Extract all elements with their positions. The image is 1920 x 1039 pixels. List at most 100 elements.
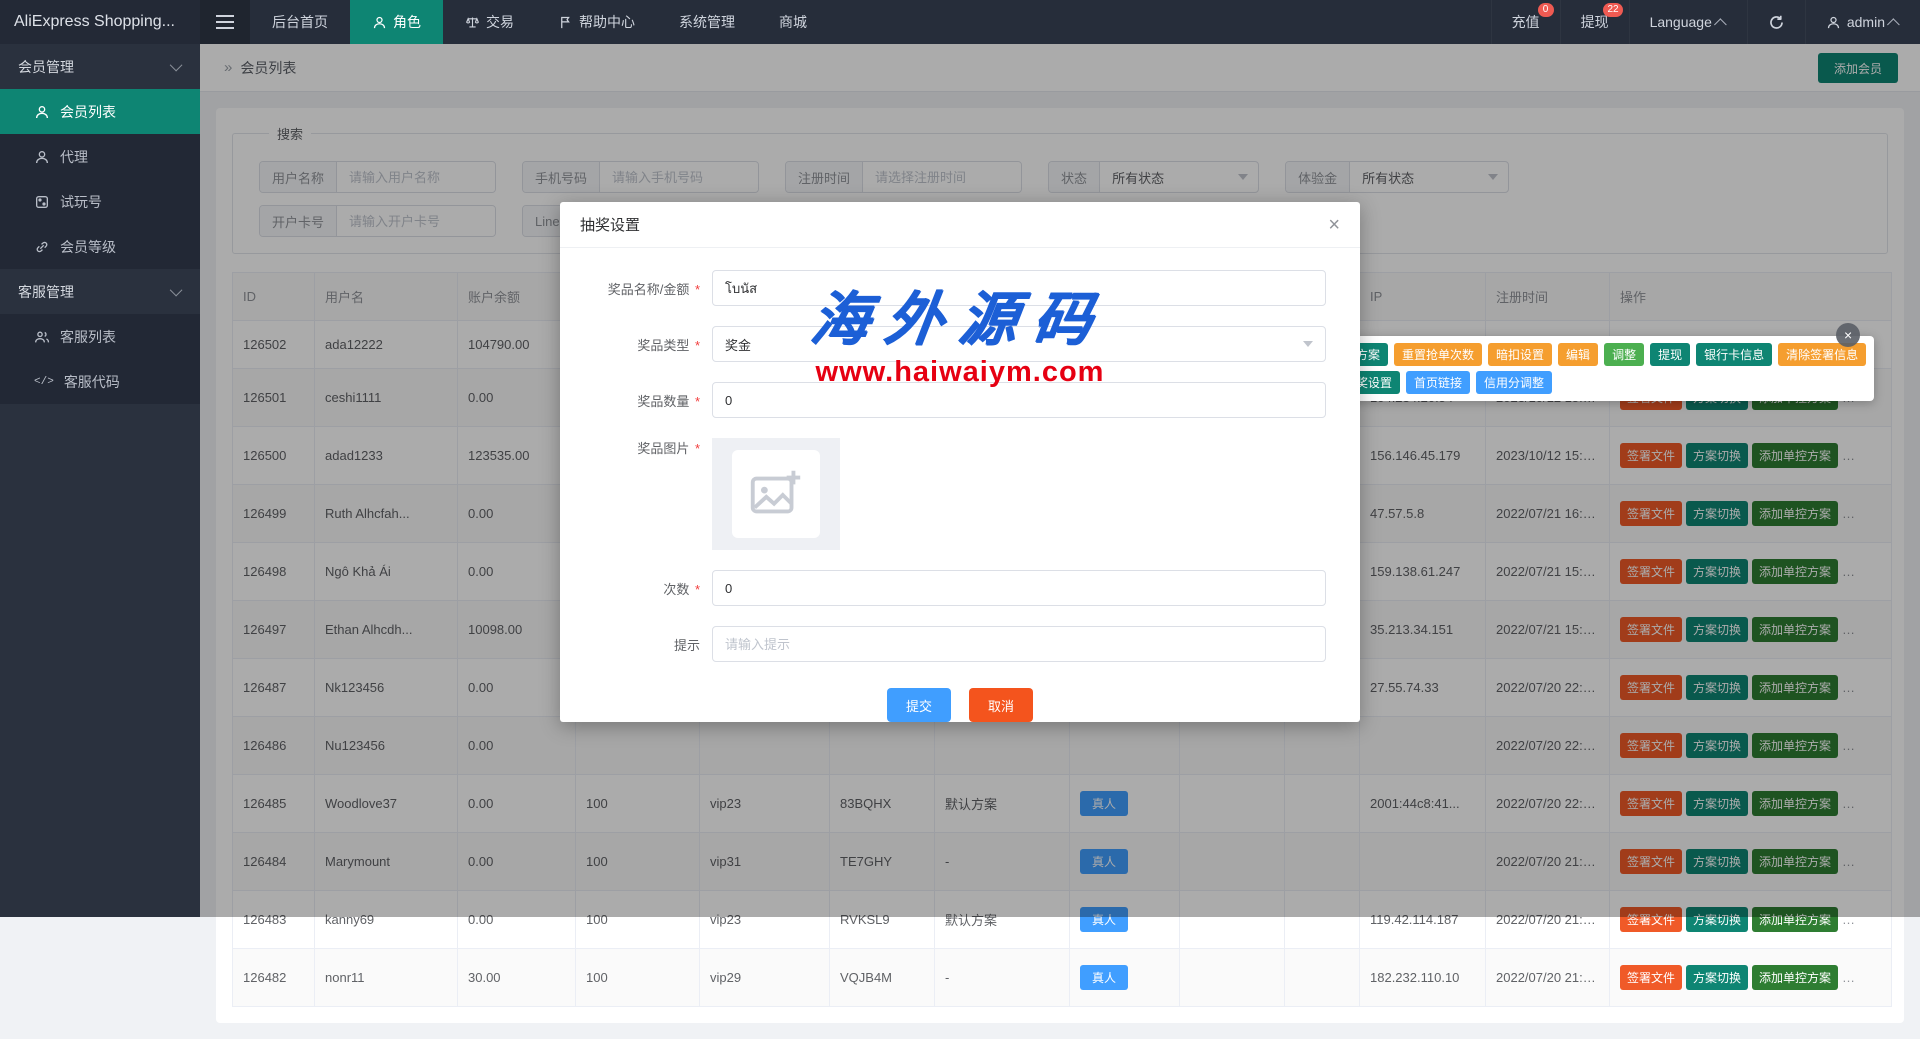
modal-field-label: 次数 * [584,579,712,598]
withdraw-badge: 22 [1603,3,1622,17]
modal-field-row: 奖品类型 * 奖金 [584,326,1326,362]
recharge-label: 充值 [1512,12,1540,32]
nav-item-4[interactable]: 帮助中心 [536,0,657,44]
required-asterisk: * [695,394,700,409]
sidebar-submenu: 客服列表 </>客服代码 [0,314,200,404]
chevron-down-icon [170,284,183,297]
person-icon [372,15,387,30]
modal-field-control [712,626,1326,662]
modal-close-icon[interactable]: × [1328,215,1340,235]
required-asterisk: * [695,582,700,597]
nav-item-3[interactable]: 交易 [443,0,536,44]
nav-right: 充值 0 提现 22 Language admin [1491,0,1920,44]
sidebar-toggle-button[interactable] [200,0,250,44]
sidebar-group-1[interactable]: 会员管理 [0,44,200,89]
language-label: Language [1650,14,1712,30]
sidebar-item-label: 会员列表 [60,102,116,122]
submit-button[interactable]: 提交 [887,688,951,722]
nav-item-6[interactable]: 商城 [757,0,829,44]
recharge-badge: 0 [1538,3,1554,17]
select-value: 奖金 [725,335,751,354]
row-action-button[interactable]: 签署文件 [1620,965,1682,990]
chevron-up-icon [1714,18,1727,31]
panel-action-button[interactable]: 编辑 [1558,343,1598,366]
cell-balance: 30.00 [458,949,576,1007]
sidebar-item[interactable]: 会员列表 [0,89,200,134]
nav-item-label: 后台首页 [272,12,328,32]
nav-menu: 后台首页 角色交易 帮助中心 系统管理 商城 [250,0,829,44]
row-action-button[interactable]: 方案切换 [1686,965,1748,990]
app-logo: AliExpress Shopping... [0,0,200,44]
panel-action-button[interactable]: 银行卡信息 [1696,343,1772,366]
sidebar-item[interactable]: 会员等级 [0,224,200,269]
upload-placeholder [732,450,820,538]
user-icon [1826,15,1841,30]
real-person-badge[interactable]: 真人 [1080,965,1128,990]
sidebar-group-label: 会员管理 [18,57,74,77]
row-action-button[interactable]: 添加单控方案 [1752,965,1838,990]
cell-username: nonr11 [315,949,458,1007]
required-asterisk: * [695,338,700,353]
nav-item-label: 商城 [779,12,807,32]
modal-header: 抽奖设置 × [560,202,1360,248]
refresh-icon [1768,14,1785,31]
panel-close-button[interactable]: × [1836,323,1860,347]
modal-field-control [712,570,1326,606]
cell-plan: - [935,949,1070,1007]
prize-type-select[interactable]: 奖金 [712,326,1326,362]
modal-field-row: 提示 [584,626,1326,662]
more-actions[interactable]: … [1842,970,1855,985]
sidebar-item-label: 代理 [60,147,88,167]
modal-field-control [712,382,1326,418]
required-asterisk: * [695,282,700,297]
nav-item-1[interactable]: 后台首页 [250,0,350,44]
sidebar-item[interactable]: 试玩号 [0,179,200,224]
sidebar-item[interactable]: 客服列表 [0,314,200,359]
cell-id: 126482 [233,949,315,1007]
modal-field-row: 奖品数量 * [584,382,1326,418]
panel-action-button[interactable]: 清除签署信息 [1778,343,1866,366]
modal-text-input[interactable] [712,626,1326,662]
cell-actions: 签署文件方案切换添加单控方案 … [1610,949,1892,1007]
person-icon [34,104,50,120]
modal-text-input[interactable] [712,570,1326,606]
cancel-button[interactable]: 取消 [969,688,1033,722]
sidebar-group-label: 客服管理 [18,282,74,302]
modal-text-input[interactable] [712,270,1326,306]
hamburger-icon [216,15,234,29]
nav-item-2[interactable]: 角色 [350,0,443,44]
lottery-settings-modal: 抽奖设置 × 奖品名称/金额 *奖品类型 *奖金奖品数量 *奖品图片 *次数 *… [560,202,1360,722]
nav-item-label: 帮助中心 [579,12,635,32]
modal-field-row: 次数 * [584,570,1326,606]
prize-image-upload[interactable] [712,438,840,550]
panel-action-button[interactable]: 重置抢单次数 [1394,343,1482,366]
panel-action-button[interactable]: 首页链接 [1406,371,1470,394]
withdraw-menu-item[interactable]: 提现 22 [1560,0,1629,44]
admin-user-dropdown[interactable]: admin [1805,0,1920,44]
cell-invite-code: VQJB4M [830,949,935,1007]
table-row: 126482nonr1130.00100vip29VQJB4M-真人182.23… [233,949,1892,1007]
sidebar-submenu: 会员列表代理试玩号会员等级 [0,89,200,269]
sidebar-item-label: 客服代码 [64,372,120,392]
recharge-menu-item[interactable]: 充值 0 [1491,0,1560,44]
modal-field-control: 奖金 [712,326,1326,362]
sidebar-item-label: 客服列表 [60,327,116,347]
panel-action-button[interactable]: 提现 [1650,343,1690,366]
modal-field-label: 奖品类型 * [584,335,712,354]
cell-amount: 100 [576,949,700,1007]
sidebar-group-2[interactable]: 客服管理 [0,269,200,314]
modal-field-label: 提示 [584,635,712,654]
language-dropdown[interactable]: Language [1629,0,1747,44]
modal-field-label: 奖品图片 * [584,438,712,457]
modal-text-input[interactable] [712,382,1326,418]
sidebar: 会员管理会员列表代理试玩号会员等级客服管理客服列表 </>客服代码 [0,44,200,917]
panel-action-button[interactable]: 信用分调整 [1476,371,1552,394]
panel-action-button[interactable]: 调整 [1604,343,1644,366]
nav-item-5[interactable]: 系统管理 [657,0,757,44]
modal-field-label: 奖品数量 * [584,391,712,410]
refresh-button[interactable] [1747,0,1805,44]
panel-action-button[interactable]: 暗扣设置 [1488,343,1552,366]
modal-field-control [712,438,1326,550]
sidebar-item[interactable]: </>客服代码 [0,359,200,404]
sidebar-item[interactable]: 代理 [0,134,200,179]
